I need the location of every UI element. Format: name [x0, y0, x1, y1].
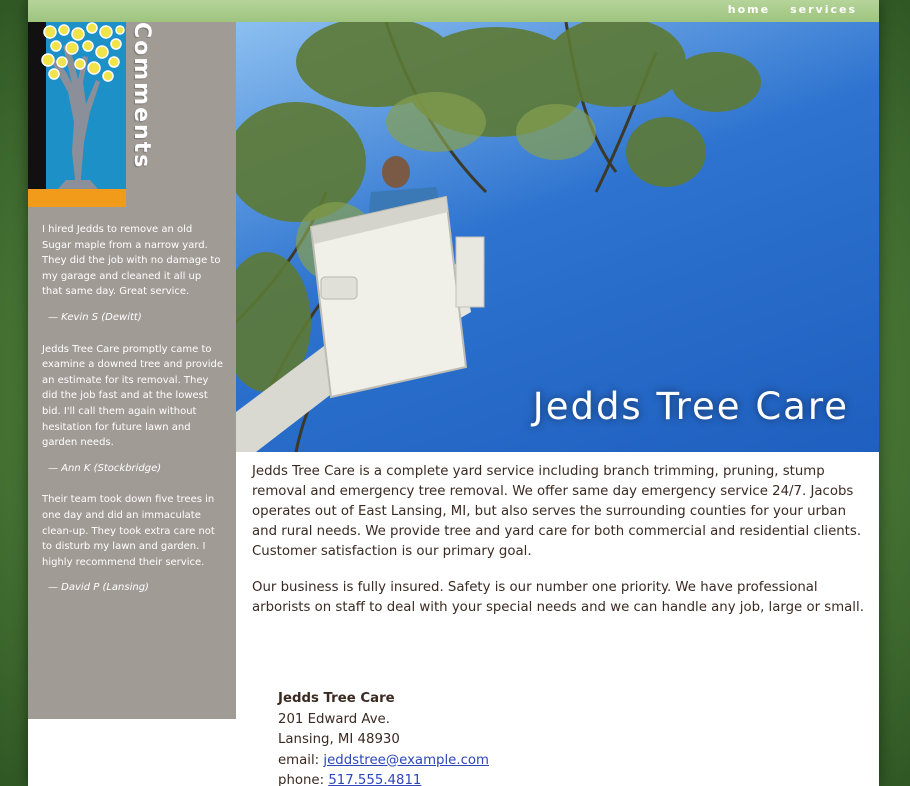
top-nav: home services [728, 3, 857, 16]
main-content: Jedds Tree Care is a complete yard servi… [252, 462, 867, 634]
phone-line: phone: 517.555.4811 [278, 771, 598, 786]
email-link[interactable]: jeddstree@example.com [323, 753, 489, 768]
tree-icon [28, 22, 125, 207]
testimonial: Their team took down five trees in one d… [42, 492, 224, 596]
comments-sidebar: Comments I hired Jedds to remove an old … [28, 22, 236, 719]
comments-heading: Comments [129, 22, 154, 170]
testimonial-quote: Their team took down five trees in one d… [42, 494, 215, 568]
testimonial-quote: I hired Jedds to remove an old Sugar map… [42, 224, 221, 298]
testimonial-author: — Ann K (Stockbridge) [48, 462, 162, 474]
nav-link-home[interactable]: home [728, 3, 770, 16]
insurance-paragraph: Our business is fully insured. Safety is… [252, 580, 864, 615]
page-container: home services Comments I hired Jedds to … [28, 0, 879, 786]
nav-link-services[interactable]: services [790, 3, 857, 16]
phone-label: phone: [278, 773, 329, 786]
email-line: email: jeddstree@example.com [278, 751, 598, 772]
testimonials-list: I hired Jedds to remove an old Sugar map… [42, 222, 224, 612]
hero-banner: Jedds Tree Care [236, 22, 879, 452]
phone-link[interactable]: 517.555.4811 [328, 773, 421, 786]
business-name: Jedds Tree Care [278, 691, 395, 706]
testimonial-quote: Jedds Tree Care promptly came to examine… [42, 343, 224, 449]
street-address: 201 Edward Ave. [278, 711, 390, 727]
testimonial-author: — Kevin S (Dewitt) [48, 311, 142, 323]
hero-title: Jedds Tree Care [532, 385, 849, 428]
top-nav-bar: home services [28, 0, 879, 22]
logo-ground [28, 189, 126, 207]
email-label: email: [278, 752, 324, 768]
city-state-zip: Lansing, MI 48930 [278, 732, 400, 747]
testimonial: I hired Jedds to remove an old Sugar map… [42, 222, 224, 326]
contact-address: Jedds Tree Care 201 Edward Ave. Lansing,… [278, 689, 598, 786]
tree-logo [28, 22, 126, 207]
testimonial-author: — David P (Lansing) [48, 582, 149, 594]
intro-paragraph: Jedds Tree Care is a complete yard servi… [252, 464, 862, 559]
testimonial: Jedds Tree Care promptly came to examine… [42, 342, 224, 477]
